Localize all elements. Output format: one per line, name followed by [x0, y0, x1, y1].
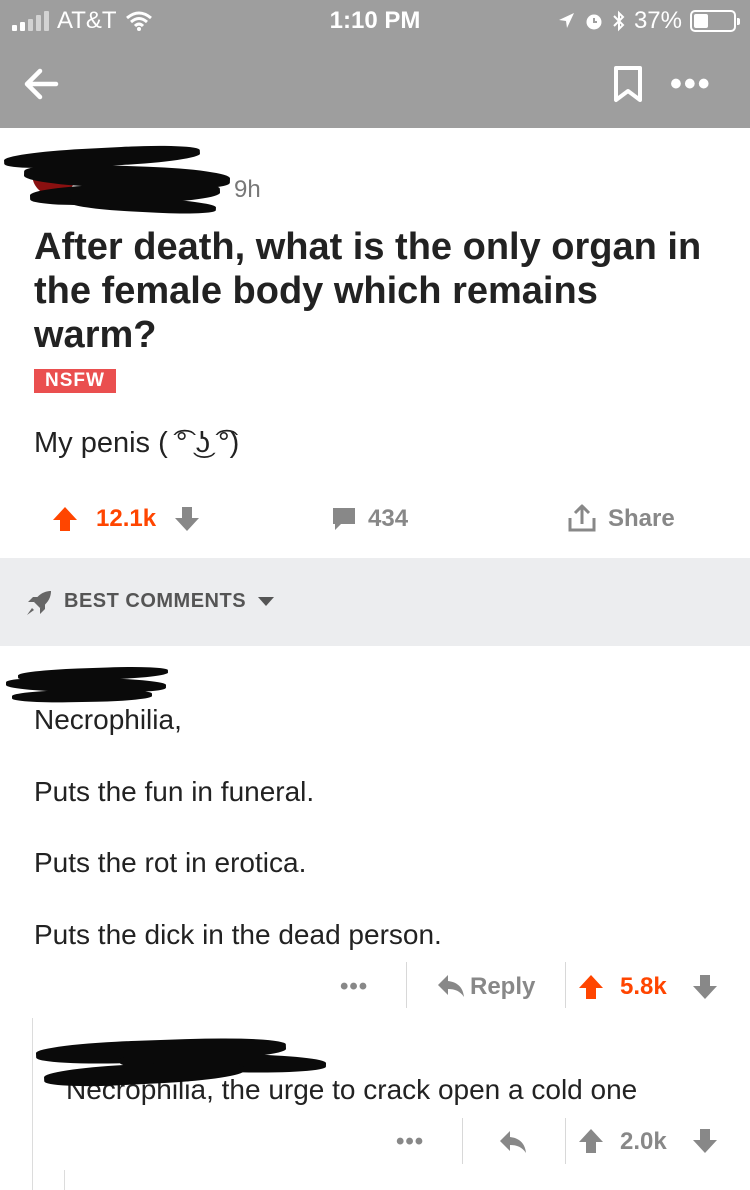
comment-score: 5.8k	[620, 973, 667, 1000]
alarm-icon	[586, 14, 602, 30]
comment-line: Necrophilia,	[34, 704, 182, 735]
top-nav-bar: •••	[0, 40, 750, 128]
battery-icon	[690, 10, 740, 32]
rocket-icon	[27, 591, 51, 615]
downvote-arrow-icon[interactable]	[692, 1128, 718, 1154]
more-options-icon[interactable]: •••	[670, 66, 720, 102]
downvote-arrow-icon[interactable]	[174, 506, 200, 532]
battery-percent: 37%	[633, 7, 682, 34]
post-body: My penis ( ͡° ͜ʖ ͡°)	[34, 427, 240, 459]
post-score: 12.1k	[96, 505, 157, 532]
downvote-arrow-icon[interactable]	[692, 974, 718, 1000]
comment-more-icon[interactable]: •••	[340, 973, 368, 1001]
comment-bubble-icon[interactable]	[330, 505, 358, 533]
status-bar: AT&T 1:10 PM 37%	[0, 0, 750, 40]
post-age: 9h	[234, 176, 261, 203]
divider	[462, 1118, 463, 1164]
comment-line: Puts the fun in funeral.	[34, 776, 315, 807]
sort-label[interactable]: BEST COMMENTS	[64, 590, 246, 613]
post-title: After death, what is the only organ in t…	[34, 226, 702, 356]
reply-more-icon[interactable]: •••	[396, 1128, 424, 1156]
comment-line: Puts the rot in erotica.	[34, 847, 307, 878]
reply-button[interactable]: Reply	[470, 973, 535, 1001]
comment-line: Puts the dick in the dead person.	[34, 919, 442, 950]
divider	[565, 1118, 566, 1164]
reply-arrow-icon[interactable]	[436, 972, 466, 1000]
divider	[565, 962, 566, 1008]
divider	[406, 962, 407, 1008]
bluetooth-icon	[613, 10, 625, 32]
comment-action-bar: ••• Reply 5.8k	[0, 962, 750, 1012]
reply-arrow-icon[interactable]	[498, 1128, 528, 1156]
share-button[interactable]: Share	[608, 505, 675, 533]
location-icon	[558, 13, 574, 28]
comment-sort-bar[interactable]: BEST COMMENTS	[0, 558, 750, 646]
upvote-arrow-icon[interactable]	[578, 974, 604, 1000]
thread-line	[32, 1018, 33, 1190]
thread-line	[64, 1170, 65, 1190]
redaction-mark	[11, 688, 153, 704]
upvote-arrow-icon[interactable]	[578, 1128, 604, 1154]
comment-count[interactable]: 434	[368, 505, 408, 533]
chevron-down-icon[interactable]	[258, 597, 274, 606]
share-icon[interactable]	[566, 502, 598, 534]
post-action-bar: 12.1k 434 Share	[0, 496, 750, 542]
back-arrow-icon[interactable]	[18, 60, 66, 108]
bookmark-icon[interactable]	[608, 62, 648, 106]
reply-score: 2.0k	[620, 1128, 667, 1155]
upvote-arrow-icon[interactable]	[52, 506, 78, 532]
nsfw-badge: NSFW	[34, 369, 116, 393]
